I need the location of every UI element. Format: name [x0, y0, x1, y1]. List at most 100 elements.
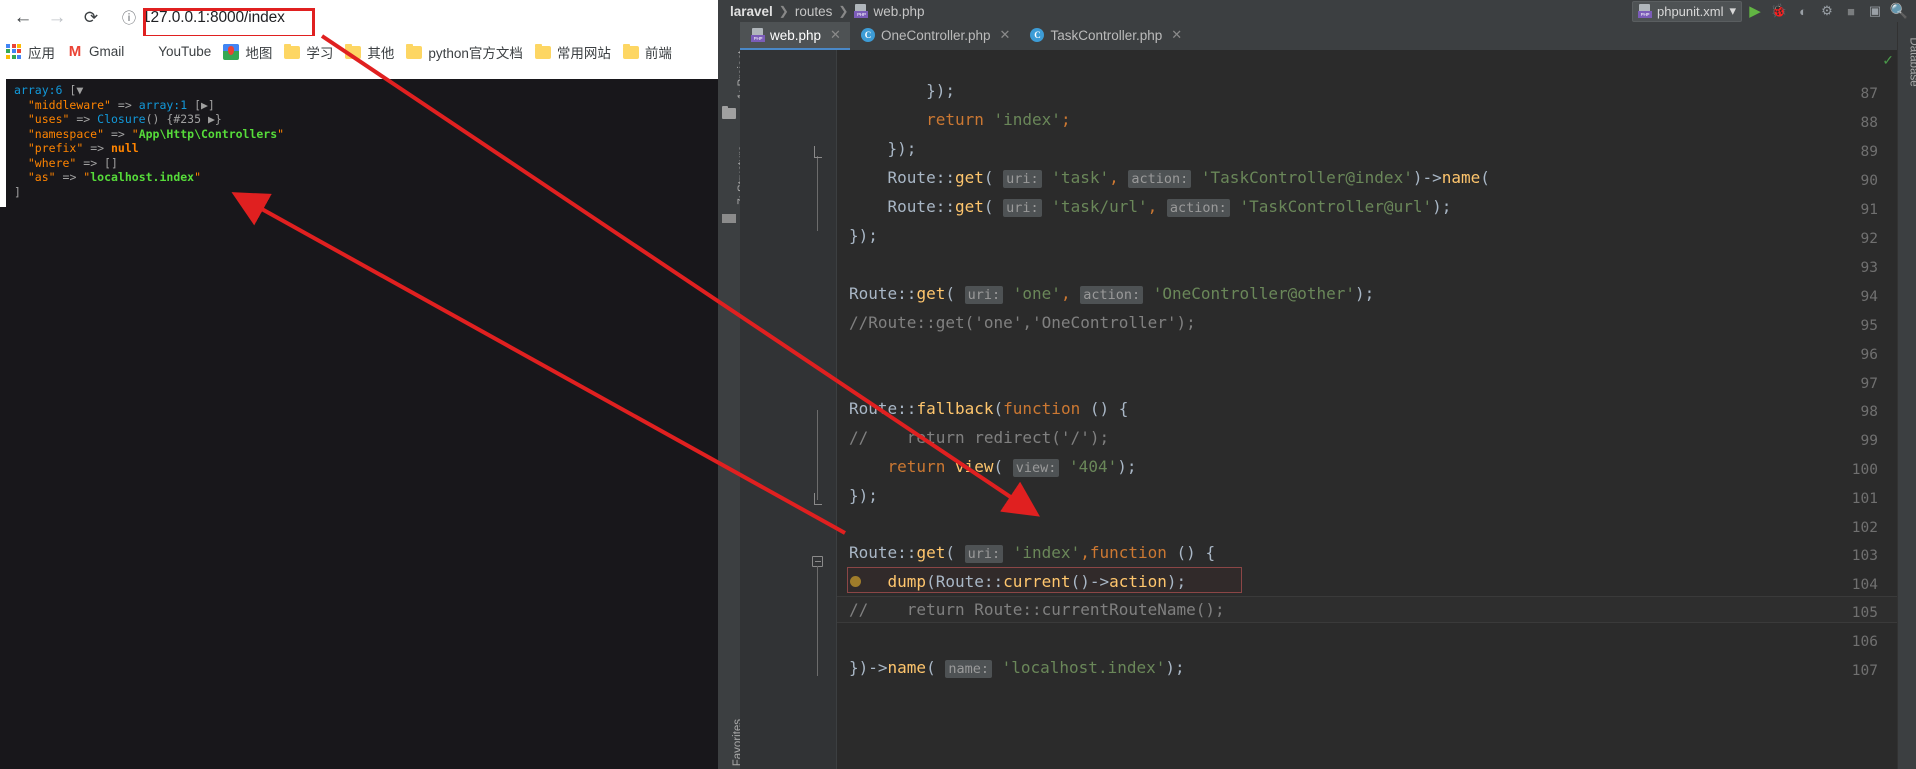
breadcrumb-file[interactable]: web.php — [873, 4, 924, 19]
code-line[interactable]: return view( view: '404'); — [849, 452, 1136, 481]
profile-icon[interactable]: ⚙ — [1816, 1, 1838, 21]
code-token: () { — [1080, 399, 1129, 418]
run-icon[interactable]: ▶ — [1744, 1, 1766, 21]
sidebar-item-database[interactable]: Database — [1907, 37, 1916, 86]
code-token: get — [954, 168, 984, 187]
code-token: (Route:: — [926, 572, 1004, 591]
code-token: Route:: — [849, 168, 955, 187]
bookmarks-icon[interactable] — [722, 214, 736, 223]
search-icon[interactable]: 🔍 — [1888, 1, 1910, 21]
code-token: , — [1109, 168, 1129, 187]
tab-label: TaskController.php — [1050, 27, 1163, 43]
code-line[interactable]: return 'index'; — [849, 105, 1071, 134]
tab-taskcontroller-php[interactable]: C TaskController.php ✕ — [1019, 22, 1191, 50]
url-text[interactable]: 127.0.0.1:8000/index — [142, 9, 285, 27]
code-token: ( — [945, 543, 965, 562]
forward-icon[interactable]: → — [40, 1, 74, 35]
code-token: dump — [887, 572, 927, 591]
code-line[interactable]: //Route::get('one','OneController'); — [849, 308, 1196, 337]
folder-icon — [406, 44, 423, 59]
debug-icon[interactable]: 🐞 — [1768, 1, 1790, 21]
code-token: ); — [1117, 457, 1137, 476]
code-token: // return Route::currentRouteName(); — [849, 600, 1225, 619]
close-icon[interactable]: ✕ — [1000, 27, 1011, 43]
code-token: get — [916, 284, 946, 303]
coverage-icon[interactable]: ◐ — [1792, 1, 1814, 21]
code-token: 'localhost.index' — [1001, 658, 1166, 677]
code-line[interactable]: Route::get( uri: 'task/url', action: 'Ta… — [849, 192, 1451, 221]
bookmark-folder-python-docs[interactable]: python官方文档 — [400, 40, 529, 64]
close-icon[interactable]: ✕ — [830, 27, 841, 43]
code-token: name — [887, 658, 927, 677]
code-editor[interactable]: 87 88 89 90 91 92 93 94 95 96 97 98 99 100 101 102 103 10… — [740, 50, 1916, 769]
bookmark-maps[interactable]: 地图 — [217, 40, 278, 64]
chevron-down-icon[interactable]: ▾ — [1729, 3, 1736, 19]
dump-value-prefix: null — [110, 141, 139, 155]
folder-icon — [345, 44, 362, 59]
bookmark-folder-study[interactable]: 学习 — [278, 40, 339, 64]
omnibox-wrapper: ⓘ 127.0.0.1:8000/index — [116, 4, 416, 32]
fold-guide — [817, 566, 818, 676]
bookmark-gmail[interactable]: M Gmail — [61, 40, 130, 64]
fold-end-icon[interactable] — [814, 146, 822, 158]
editor-tab-bar: web.php ✕ C OneController.php ✕ C TaskCo… — [740, 22, 1916, 50]
page-viewport: array:6 [▼ "middleware" => array:1 [▶] "… — [0, 67, 718, 769]
run-configuration-selector[interactable]: phpunit.xml ▾ — [1631, 0, 1742, 22]
tab-label: web.php — [770, 27, 822, 43]
code-line[interactable]: // return redirect('/'); — [849, 423, 1109, 452]
code-line[interactable]: }); — [849, 481, 878, 510]
php-file-icon — [751, 28, 765, 42]
code-content[interactable]: }); return 'index'; }); Route::get( uri:… — [837, 50, 1916, 769]
bookmark-apps[interactable]: 应用 — [0, 40, 61, 64]
reload-icon[interactable]: ⟳ — [74, 1, 108, 35]
param-hint: name: — [945, 660, 992, 678]
code-line[interactable]: Route::get( uri: 'index',function () { — [849, 538, 1215, 567]
breadcrumb-project[interactable]: laravel — [730, 4, 773, 19]
bookmark-folder-common-sites[interactable]: 常用网站 — [529, 40, 617, 64]
param-hint: view: — [1012, 459, 1060, 477]
back-icon[interactable]: ← — [6, 1, 40, 35]
code-token: ); — [1355, 284, 1375, 303]
dump-value-namespace: App\Http\Controllers — [138, 126, 278, 141]
code-line[interactable]: }); — [849, 221, 878, 250]
dump-key-uses: uses — [34, 112, 63, 126]
code-line[interactable]: }); — [849, 76, 955, 105]
apps-grid-icon — [6, 43, 22, 60]
folder-icon — [622, 44, 639, 59]
code-token: 'task/url' — [1051, 197, 1148, 216]
code-token: function — [1089, 543, 1167, 562]
code-line[interactable]: })->name( name: 'localhost.index'); — [849, 653, 1185, 682]
code-token: get — [954, 197, 984, 216]
bookmark-youtube[interactable]: YouTube — [130, 40, 217, 64]
close-icon[interactable]: ✕ — [1171, 27, 1182, 43]
bookmark-folder-other[interactable]: 其他 — [339, 40, 400, 64]
tab-web-php[interactable]: web.php ✕ — [740, 22, 850, 50]
breadcrumb-folder[interactable]: routes — [795, 4, 833, 19]
terminal-icon[interactable]: ▣ — [1864, 1, 1886, 21]
laravel-dump-output: array:6 [▼ "middleware" => array:1 [▶] "… — [6, 79, 718, 207]
code-line[interactable]: }); — [849, 134, 917, 163]
folder-icon — [284, 44, 301, 59]
stop-icon[interactable]: ■ — [1840, 1, 1862, 21]
code-line[interactable]: // return Route::currentRouteName(); — [849, 595, 1225, 624]
dump-value-as: localhost.index — [90, 170, 195, 184]
bookmark-label: 其他 — [367, 45, 395, 61]
fold-end-icon[interactable] — [814, 493, 822, 505]
address-bar[interactable]: ⓘ 127.0.0.1:8000/index — [116, 4, 416, 32]
site-info-icon[interactable]: ⓘ — [116, 5, 142, 31]
code-line[interactable]: dump(Route::current()->action); — [849, 567, 1187, 596]
code-token: current — [1003, 572, 1071, 591]
code-token: ()-> — [1070, 572, 1110, 591]
breadcrumb-separator-icon: ❯ — [778, 4, 789, 18]
inspection-status-icon[interactable]: ✓ — [1882, 52, 1894, 69]
folder-icon[interactable] — [722, 106, 736, 119]
code-line[interactable]: Route::get( uri: 'task', action: 'TaskCo… — [849, 163, 1490, 192]
code-token: action — [1109, 572, 1167, 591]
code-line[interactable]: Route::get( uri: 'one', action: 'OneCont… — [849, 279, 1374, 308]
tab-onecontroller-php[interactable]: C OneController.php ✕ — [850, 22, 1019, 50]
code-line[interactable]: Route::fallback(function () { — [849, 394, 1128, 423]
bookmark-folder-frontend[interactable]: 前端 — [617, 40, 678, 64]
